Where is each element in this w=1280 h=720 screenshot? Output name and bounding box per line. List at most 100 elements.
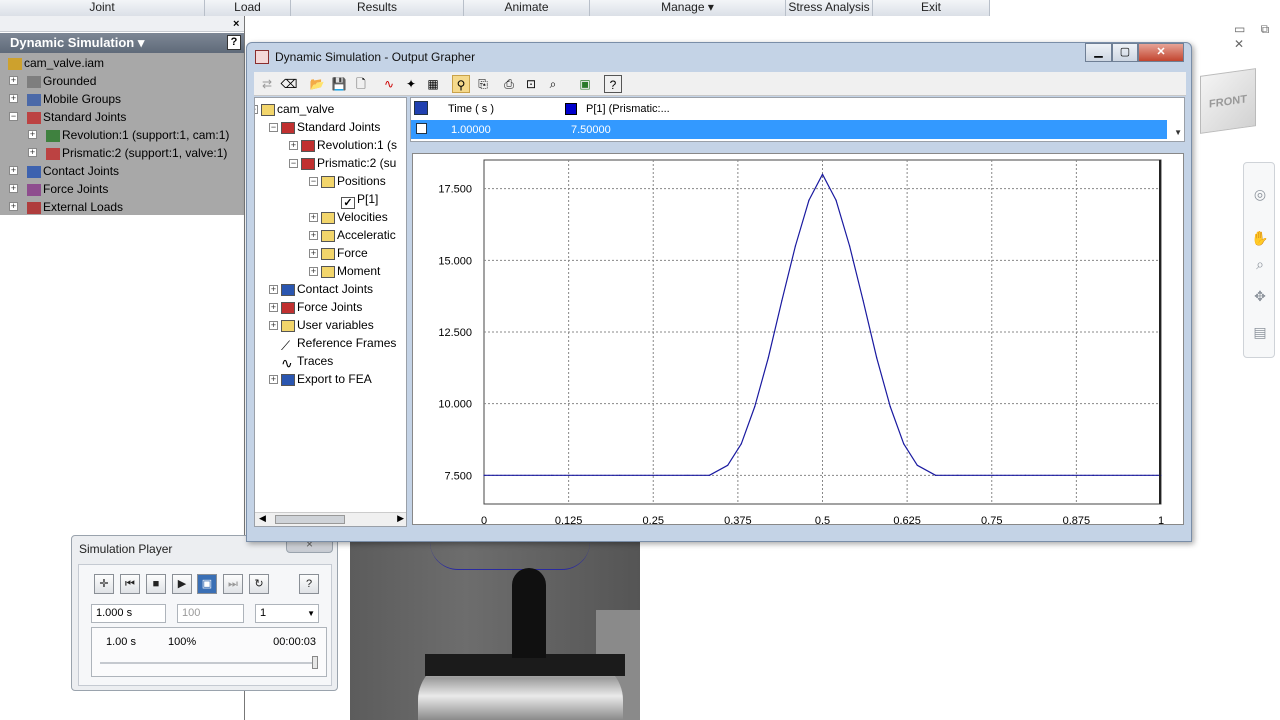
viewcube-front-label[interactable]: FRONT [1209, 93, 1247, 110]
progress-track[interactable] [100, 662, 316, 664]
playback-speed-select[interactable]: 1 ▼ [255, 604, 319, 623]
browser-item-grounded[interactable]: Grounded [27, 72, 96, 90]
grapher-tree-item-p-1[interactable]: ✓ P[1] [341, 190, 378, 209]
browser-item-external-loads[interactable]: External Loads [27, 198, 123, 216]
tree-horizontal-scrollbar[interactable]: ◀ ▶ [255, 512, 406, 526]
grapher-tree-item-revolution-1-s[interactable]: Revolution:1 (s [301, 136, 397, 154]
ribbon-tab-stress-analysis[interactable]: Stress Analysis [786, 0, 873, 16]
open-folder-icon[interactable]: 📂 [308, 75, 326, 93]
grapher-tree-item-cam-valve[interactable]: cam_valve [261, 100, 334, 118]
grapher-tree-item-force[interactable]: Force [321, 244, 368, 262]
expand-toggle-icon[interactable]: − [255, 105, 258, 114]
expand-toggle-icon[interactable]: + [28, 148, 37, 157]
expand-toggle-icon[interactable]: + [269, 303, 278, 312]
stop-button[interactable]: ■ [146, 574, 166, 594]
ribbon-tab-results[interactable]: Results [291, 0, 464, 16]
simulation-help-button[interactable]: ? [299, 574, 319, 594]
expand-toggle-icon[interactable]: + [309, 213, 318, 222]
loop-button[interactable]: ↻ [249, 574, 269, 594]
end-button[interactable]: ⏭ [223, 574, 243, 594]
copy-icon[interactable]: ⎘ [474, 75, 492, 93]
new-page-icon[interactable]: 🗋 [352, 75, 370, 93]
browser-title[interactable]: Dynamic Simulation ▾ [10, 35, 144, 50]
plot-area[interactable]: 0 0.125 0.25 0.375 0.5 0.625 0.75 0.875 1 7.500 10… [412, 153, 1184, 543]
pan-icon[interactable]: ✋ [1251, 229, 1269, 247]
maximize-button[interactable]: ▢ [1112, 43, 1138, 62]
grapher-tree-item-traces[interactable]: ∿ Traces [281, 352, 333, 370]
eraser-icon[interactable]: ⌫ [280, 75, 298, 93]
expand-toggle-icon[interactable]: + [309, 231, 318, 240]
expand-toggle-icon[interactable]: + [9, 94, 18, 103]
construction-mode-button[interactable]: ✛ [94, 574, 114, 594]
grapher-tree-item-user-variables[interactable]: User variables [281, 316, 374, 334]
browser-item-mobile-groups[interactable]: Mobile Groups [27, 90, 121, 108]
expand-toggle-icon[interactable]: + [269, 285, 278, 294]
grapher-tree-item-force-joints[interactable]: Force Joints [281, 298, 362, 316]
progress-thumb[interactable] [312, 656, 318, 669]
expand-toggle-icon[interactable]: + [28, 130, 37, 139]
browser-item-contact-joints[interactable]: Contact Joints [27, 162, 119, 180]
grapher-tree-item-moment[interactable]: Moment [321, 262, 380, 280]
expand-toggle-icon[interactable]: + [309, 267, 318, 276]
table-row[interactable]: 1.00000 7.50000 [411, 120, 1167, 139]
simulation-steps-input[interactable]: 100 [177, 604, 244, 623]
grapher-tree-item-reference-frames[interactable]: ⟋ Reference Frames [281, 334, 396, 352]
expand-toggle-icon[interactable]: + [309, 249, 318, 258]
simulation-time-input[interactable]: 1.000 s [91, 604, 166, 623]
view-face-icon[interactable]: ▤ [1251, 323, 1269, 341]
expand-toggle-icon[interactable]: + [9, 184, 18, 193]
grapher-tree-item-standard-joints[interactable]: Standard Joints [281, 118, 380, 136]
expand-toggle-icon[interactable]: + [9, 166, 18, 175]
chart-options-icon[interactable]: ▦ [424, 75, 442, 93]
zoom-icon[interactable]: ⌕ [1251, 255, 1269, 273]
rewind-button[interactable]: ⏮ [120, 574, 140, 594]
expand-toggle-icon[interactable]: + [269, 321, 278, 330]
table-header-icon[interactable] [414, 101, 428, 115]
cursor-icon[interactable]: ⇄ [258, 75, 276, 93]
scroll-left-icon[interactable]: ◀ [259, 513, 266, 524]
expand-toggle-icon[interactable]: − [289, 159, 298, 168]
expand-toggle-icon[interactable]: − [9, 112, 18, 121]
expand-toggle-icon[interactable]: − [309, 177, 318, 186]
steering-wheel-icon[interactable]: ◎ [1251, 185, 1269, 203]
scroll-down-icon[interactable]: ▼ [1174, 128, 1182, 137]
grapher-tree-item-export-to-fea[interactable]: Export to FEA [281, 370, 372, 388]
orbit-icon[interactable]: ✥ [1251, 287, 1269, 305]
browser-help-icon[interactable]: ? [227, 35, 241, 50]
close-button[interactable]: ✕ [1138, 43, 1184, 62]
ribbon-tab-manage[interactable]: Manage ▾ [590, 0, 786, 16]
browser-item-revolution-1-support-1-cam-1[interactable]: Revolution:1 (support:1, cam:1) [46, 126, 229, 144]
play-button[interactable]: ▶ [172, 574, 192, 594]
browser-item-cam-valve-iam[interactable]: cam_valve.iam [8, 54, 104, 72]
browser-item-force-joints[interactable]: Force Joints [27, 180, 108, 198]
curve-icon[interactable]: ∿ [380, 75, 398, 93]
add-point-icon[interactable]: ✦ [402, 75, 420, 93]
grapher-tree-item-positions[interactable]: Positions [321, 172, 386, 190]
expand-toggle-icon[interactable]: + [269, 375, 278, 384]
zoom-window-icon[interactable]: ⌕ [544, 75, 562, 93]
column-header-series[interactable]: P[1] (Prismatic:... [586, 103, 670, 115]
grapher-tree-item-prismatic-2-su[interactable]: Prismatic:2 (su [301, 154, 396, 172]
record-button[interactable]: ▣ [197, 574, 217, 594]
ribbon-tab-joint[interactable]: Joint [0, 0, 205, 16]
expand-toggle-icon[interactable]: + [9, 76, 18, 85]
viewcube[interactable]: FRONT [1200, 68, 1256, 134]
ribbon-tab-exit[interactable]: Exit [873, 0, 990, 16]
help-icon[interactable]: ? [604, 75, 622, 93]
scroll-thumb[interactable] [275, 515, 345, 524]
ribbon-tab-animate[interactable]: Animate [464, 0, 590, 16]
expand-toggle-icon[interactable]: + [9, 202, 18, 211]
save-icon[interactable]: 💾 [330, 75, 348, 93]
grapher-tree-item-contact-joints[interactable]: Contact Joints [281, 280, 373, 298]
browser-close-icon[interactable]: × [233, 18, 239, 30]
expand-toggle-icon[interactable]: + [289, 141, 298, 150]
expand-toggle-icon[interactable]: − [269, 123, 278, 132]
column-header-time[interactable]: Time ( s ) [448, 103, 494, 115]
print-icon[interactable]: ⎙ [500, 75, 518, 93]
browser-header[interactable]: Dynamic Simulation ▾ ? [0, 33, 245, 53]
chart-svg[interactable]: 0 0.125 0.25 0.375 0.5 0.625 0.75 0.875 17.50010… [413, 154, 1183, 543]
browser-item-prismatic-2-support-1-valve-1[interactable]: Prismatic:2 (support:1, valve:1) [46, 144, 227, 162]
graph-select-icon[interactable]: ⚲ [452, 75, 470, 93]
export-excel-icon[interactable]: ▣ [576, 75, 594, 93]
scroll-right-icon[interactable]: ▶ [397, 513, 404, 524]
